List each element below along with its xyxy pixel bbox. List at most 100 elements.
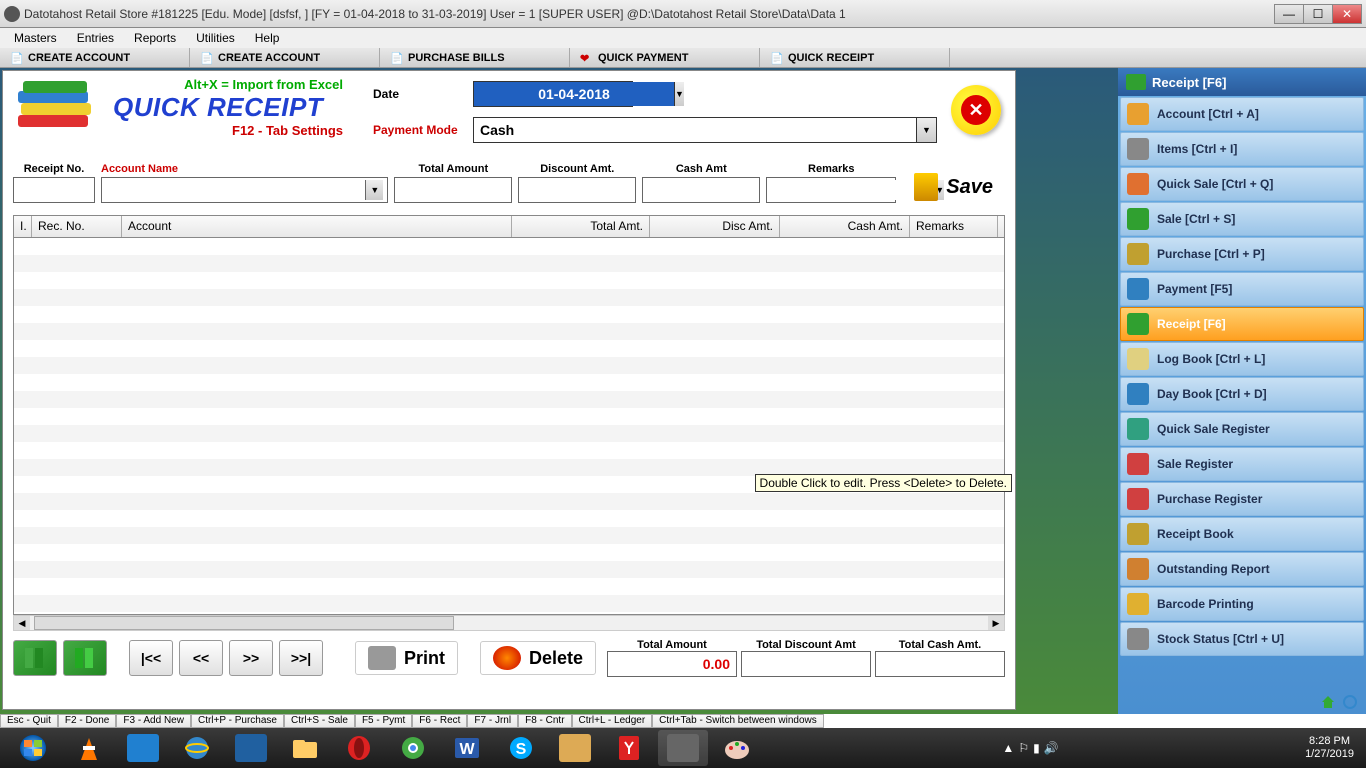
sidebar-item-2[interactable]: Quick Sale [Ctrl + Q] xyxy=(1120,167,1364,201)
table-row[interactable] xyxy=(14,510,1004,527)
tray-chevron-icon[interactable]: ▲ xyxy=(1002,741,1014,755)
nav-first-button[interactable]: |<< xyxy=(129,640,173,676)
table-row[interactable] xyxy=(14,255,1004,272)
nav-next-button[interactable]: >> xyxy=(229,640,273,676)
table-row[interactable] xyxy=(14,561,1004,578)
sidebar-item-8[interactable]: Day Book [Ctrl + D] xyxy=(1120,377,1364,411)
task-paint[interactable] xyxy=(712,730,762,766)
tab-create-account-2[interactable]: 📄CREATE ACCOUNT xyxy=(190,48,380,67)
sidebar-item-4[interactable]: Purchase [Ctrl + P] xyxy=(1120,237,1364,271)
nav-prev-button[interactable]: << xyxy=(179,640,223,676)
close-window-button[interactable]: ✕ xyxy=(1332,4,1362,24)
task-vlc[interactable] xyxy=(64,730,114,766)
tray-volume-icon[interactable]: 🔊 xyxy=(1044,741,1059,755)
sidebar-item-12[interactable]: Receipt Book xyxy=(1120,517,1364,551)
save-button[interactable]: Save xyxy=(902,171,1005,203)
scroll-left-button[interactable]: ◀ xyxy=(14,616,30,630)
horizontal-scrollbar[interactable]: ◀ ▶ xyxy=(13,615,1005,631)
task-explorer[interactable] xyxy=(280,730,330,766)
tray-battery-icon[interactable]: ▮ xyxy=(1033,741,1040,755)
account-name-input[interactable] xyxy=(106,180,365,200)
tab-purchase-bills[interactable]: 📄PURCHASE BILLS xyxy=(380,48,570,67)
delete-button[interactable]: Delete xyxy=(480,641,596,675)
total-amount-input[interactable] xyxy=(394,177,512,203)
taskbar-clock[interactable]: 8:28 PM 1/27/2019 xyxy=(1297,735,1362,761)
sidebar-item-9[interactable]: Quick Sale Register xyxy=(1120,412,1364,446)
task-word[interactable]: W xyxy=(442,730,492,766)
start-button[interactable] xyxy=(6,730,60,766)
payment-mode-dropdown-button[interactable]: ▼ xyxy=(916,118,936,142)
minimize-button[interactable]: — xyxy=(1274,4,1304,24)
menu-masters[interactable]: Masters xyxy=(4,31,67,45)
scroll-right-button[interactable]: ▶ xyxy=(988,616,1004,630)
table-row[interactable] xyxy=(14,272,1004,289)
table-row[interactable] xyxy=(14,340,1004,357)
sidebar-item-7[interactable]: Log Book [Ctrl + L] xyxy=(1120,342,1364,376)
sidebar-item-0[interactable]: Account [Ctrl + A] xyxy=(1120,97,1364,131)
scroll-thumb[interactable] xyxy=(34,616,454,630)
receipt-no-input[interactable] xyxy=(13,177,95,203)
table-row[interactable] xyxy=(14,544,1004,561)
home-icon[interactable] xyxy=(1320,694,1336,710)
table-row[interactable] xyxy=(14,238,1004,255)
sidebar-item-5[interactable]: Payment [F5] xyxy=(1120,272,1364,306)
account-name-combo[interactable]: ▼ xyxy=(101,177,388,203)
sidebar-item-11[interactable]: Purchase Register xyxy=(1120,482,1364,516)
task-ie[interactable] xyxy=(172,730,222,766)
menu-entries[interactable]: Entries xyxy=(67,31,124,45)
task-skype[interactable]: S xyxy=(496,730,546,766)
task-chrome[interactable] xyxy=(388,730,438,766)
sidebar-item-6[interactable]: Receipt [F6] xyxy=(1120,307,1364,341)
table-row[interactable] xyxy=(14,289,1004,306)
task-app1[interactable] xyxy=(118,730,168,766)
print-button[interactable]: Print xyxy=(355,641,458,675)
task-current[interactable] xyxy=(658,730,708,766)
task-pdf[interactable] xyxy=(604,730,654,766)
date-input[interactable] xyxy=(474,82,674,106)
sidebar-item-13[interactable]: Outstanding Report xyxy=(1120,552,1364,586)
table-row[interactable] xyxy=(14,374,1004,391)
table-row[interactable] xyxy=(14,391,1004,408)
date-picker[interactable]: ▼ xyxy=(473,81,633,107)
nav-last-button[interactable]: >>| xyxy=(279,640,323,676)
system-tray[interactable]: ▲ ⚐ ▮ 🔊 xyxy=(1002,741,1058,755)
sidebar-item-3[interactable]: Sale [Ctrl + S] xyxy=(1120,202,1364,236)
table-row[interactable] xyxy=(14,442,1004,459)
table-row[interactable] xyxy=(14,408,1004,425)
discount-amt-input[interactable] xyxy=(518,177,636,203)
menu-utilities[interactable]: Utilities xyxy=(186,31,245,45)
account-dropdown-button[interactable]: ▼ xyxy=(365,180,383,200)
table-row[interactable] xyxy=(14,595,1004,612)
sidebar-item-14[interactable]: Barcode Printing xyxy=(1120,587,1364,621)
table-row[interactable] xyxy=(14,323,1004,340)
tray-action-icon[interactable]: ⚐ xyxy=(1018,741,1029,755)
table-row[interactable] xyxy=(14,578,1004,595)
remarks-combo[interactable]: ▼ xyxy=(766,177,896,203)
nav-book2-button[interactable] xyxy=(63,640,107,676)
sidebar-item-10[interactable]: Sale Register xyxy=(1120,447,1364,481)
table-row[interactable] xyxy=(14,357,1004,374)
cash-amt-input[interactable] xyxy=(642,177,760,203)
menu-help[interactable]: Help xyxy=(245,31,290,45)
tab-quick-receipt[interactable]: 📄QUICK RECEIPT xyxy=(760,48,950,67)
tab-quick-payment[interactable]: ❤QUICK PAYMENT xyxy=(570,48,760,67)
payment-mode-input[interactable] xyxy=(474,118,916,142)
sidebar-item-1[interactable]: Items [Ctrl + I] xyxy=(1120,132,1364,166)
task-opera[interactable] xyxy=(334,730,384,766)
menu-reports[interactable]: Reports xyxy=(124,31,186,45)
tab-create-account-1[interactable]: 📄CREATE ACCOUNT xyxy=(0,48,190,67)
table-row[interactable] xyxy=(14,306,1004,323)
grid-body[interactable] xyxy=(14,238,1004,614)
task-notes[interactable] xyxy=(550,730,600,766)
payment-mode-combo[interactable]: ▼ xyxy=(473,117,937,143)
refresh-icon[interactable] xyxy=(1342,694,1358,710)
table-row[interactable] xyxy=(14,493,1004,510)
date-dropdown-button[interactable]: ▼ xyxy=(674,82,684,106)
receipt-grid[interactable]: I. Rec. No. Account Total Amt. Disc Amt.… xyxy=(13,215,1005,615)
maximize-button[interactable]: ☐ xyxy=(1303,4,1333,24)
table-row[interactable] xyxy=(14,425,1004,442)
task-app2[interactable] xyxy=(226,730,276,766)
table-row[interactable] xyxy=(14,527,1004,544)
close-panel-button[interactable]: ✕ xyxy=(951,85,1001,135)
nav-book1-button[interactable] xyxy=(13,640,57,676)
